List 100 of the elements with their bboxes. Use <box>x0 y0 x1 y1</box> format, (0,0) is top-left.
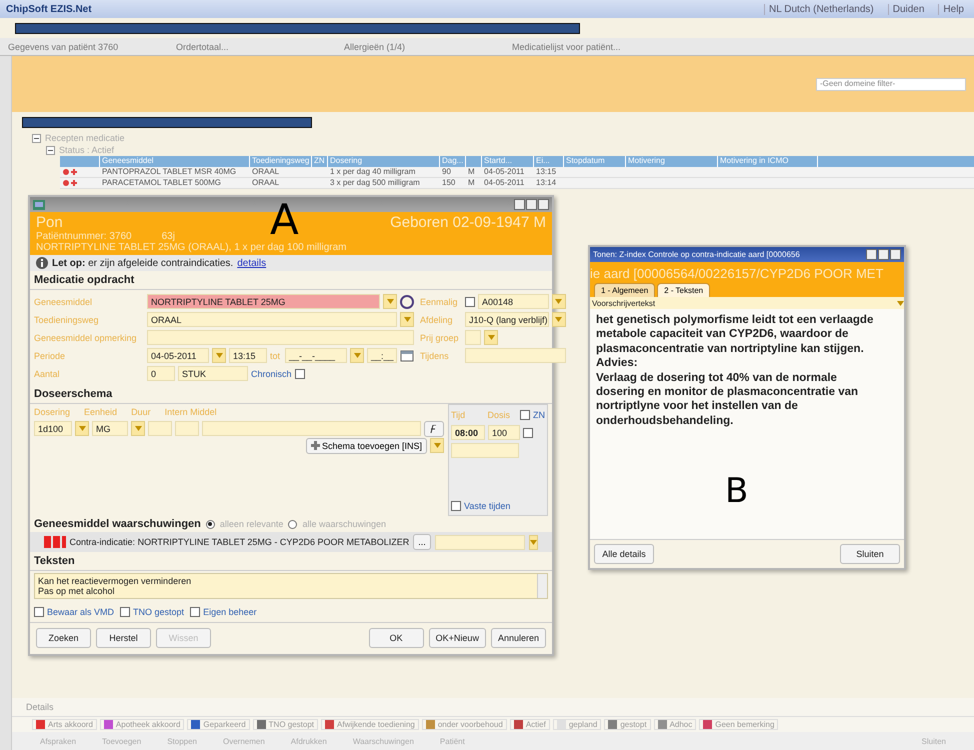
field-label: tot <box>270 350 282 360</box>
tree-expander[interactable] <box>46 146 55 154</box>
table-cell-text: 04-05-2011 <box>483 178 526 189</box>
dropdown-arrow-icon <box>354 353 360 358</box>
dialog-button[interactable]: Alle details <box>594 544 654 564</box>
dialog-button[interactable]: OK+Nieuw <box>428 628 486 648</box>
input-field[interactable]: MG <box>92 421 128 436</box>
close-button[interactable] <box>538 199 549 210</box>
time-field[interactable]: __:__ <box>367 348 397 363</box>
input-field[interactable]: 1d100 <box>34 421 72 436</box>
warning-text: Contra-indicatie: NORTRIPTYLINE TABLET 25MG - CYP2D6 POOR METABOLIZER <box>70 537 410 547</box>
input-field[interactable] <box>148 421 172 436</box>
title-bar-item[interactable]: NL Dutch (Netherlands) <box>764 4 878 14</box>
radio-button[interactable] <box>288 520 298 528</box>
tree-expander[interactable] <box>32 134 41 142</box>
info-icon <box>36 257 48 269</box>
column-label: Dosering <box>34 406 70 416</box>
dropdown-button[interactable] <box>131 421 145 436</box>
input-field[interactable] <box>147 330 414 345</box>
minimize-button[interactable] <box>514 199 525 210</box>
tab[interactable]: 2 - Teksten <box>657 283 710 297</box>
time-field[interactable]: 08:00 <box>451 425 485 440</box>
time-field[interactable]: 13:15 <box>229 348 267 363</box>
legend-item: gestopt <box>604 719 651 730</box>
details-title: Details <box>25 701 55 714</box>
minimize-button[interactable] <box>866 249 877 260</box>
dialog-button[interactable]: Herstel <box>96 628 151 648</box>
details-link[interactable]: details <box>237 258 266 268</box>
dropdown-button[interactable] <box>383 294 397 309</box>
scrollbar[interactable] <box>537 574 547 598</box>
dropdown-button[interactable] <box>212 348 226 363</box>
document-tab[interactable]: Medicatielijst voor patiënt... <box>512 42 672 52</box>
title-bar-item[interactable]: Help <box>938 4 968 14</box>
checkbox[interactable] <box>120 606 130 616</box>
table-cell-text: M <box>467 167 476 178</box>
input-field[interactable] <box>465 330 481 345</box>
field-label: Afdeling <box>420 314 454 324</box>
input-field[interactable] <box>434 534 525 550</box>
input-field[interactable] <box>202 421 421 436</box>
input-field[interactable]: A00148 <box>478 294 549 309</box>
maximize-button[interactable] <box>878 249 889 260</box>
close-button[interactable] <box>890 249 901 260</box>
add-schema-button[interactable]: Schema toevoegen [INS] <box>306 438 427 454</box>
table-cell-text: M <box>467 178 476 189</box>
input-field[interactable] <box>175 421 199 436</box>
field-label: Eenmalig <box>420 296 459 306</box>
checkbox-label: Eigen beheer <box>203 606 257 616</box>
section-title: Medicatie opdracht <box>30 271 552 290</box>
checkbox[interactable] <box>294 368 305 378</box>
checkbox-label: Chronisch <box>251 368 292 378</box>
table-cell-text: 04-05-2011 <box>483 167 526 178</box>
dropdown-button[interactable] <box>552 294 566 309</box>
dropdown-button[interactable] <box>552 312 566 327</box>
date-field[interactable]: __-__-____ <box>285 348 347 363</box>
table-cell-text: 90 <box>441 167 452 178</box>
checkbox[interactable] <box>465 296 475 306</box>
input-field[interactable]: 0 <box>147 366 175 381</box>
dropdown-button[interactable] <box>528 534 538 550</box>
more-button[interactable]: ... <box>413 534 431 550</box>
title-bar-item[interactable]: Duiden <box>888 4 928 14</box>
checkbox[interactable] <box>520 410 530 420</box>
text-type-dropdown[interactable]: Voorschrijvertekst <box>592 298 656 308</box>
document-tab[interactable]: Ordertotaal... <box>176 42 336 52</box>
calendar-icon[interactable] <box>400 350 414 362</box>
maximize-button[interactable] <box>526 199 537 210</box>
unit-dropdown[interactable]: STUK <box>178 366 248 381</box>
dropdown-button[interactable] <box>484 330 498 345</box>
column-label: Intern Middel <box>164 406 217 416</box>
dropdown-button[interactable] <box>75 421 89 436</box>
checkbox[interactable] <box>190 606 200 616</box>
tab[interactable]: 1 - Algemeen <box>594 283 656 297</box>
checkbox[interactable] <box>523 428 533 438</box>
input-field[interactable]: ORAAL <box>147 312 397 327</box>
filter-dropdown[interactable]: -Geen domeine filter- <box>816 78 966 90</box>
document-tab[interactable]: Allergieën (1/4) <box>344 42 504 52</box>
dropdown-button[interactable] <box>350 348 364 363</box>
dialog-button[interactable]: Sluiten <box>840 544 900 564</box>
dialog-button[interactable]: Annuleren <box>490 628 546 648</box>
dialog-button[interactable]: Zoeken <box>36 628 91 648</box>
plus-icon <box>310 441 320 450</box>
document-tab[interactable]: Gegevens van patiënt 3760 <box>8 42 168 52</box>
input-field[interactable] <box>451 443 519 458</box>
legend-item: gepland <box>552 719 602 730</box>
notice-text: Let op: er zijn afgeleide contraindicaties. <box>52 258 234 268</box>
checkbox[interactable] <box>451 500 461 510</box>
formula-button[interactable] <box>424 420 444 436</box>
table-cell-text: PARACETAMOL TABLET 500MG <box>101 178 222 189</box>
input-field[interactable]: 100 <box>488 425 520 440</box>
radio-button[interactable] <box>206 520 215 528</box>
field-label: Periode <box>34 350 66 360</box>
legend-item: TNO gestopt <box>252 719 318 730</box>
input-field[interactable]: J10-Q (lang verblijf) <box>465 312 549 327</box>
dialog-button[interactable]: OK <box>368 628 424 648</box>
dropdown-button[interactable] <box>400 312 414 327</box>
input-field[interactable]: NORTRIPTYLINE TABLET 25MG <box>147 294 380 309</box>
checkbox[interactable] <box>34 606 44 616</box>
date-field[interactable]: 04-05-2011 <box>147 348 209 363</box>
legend-item: onder voorbehoud <box>422 719 507 730</box>
dropdown-arrow-icon <box>555 317 562 322</box>
input-field[interactable] <box>465 348 566 363</box>
